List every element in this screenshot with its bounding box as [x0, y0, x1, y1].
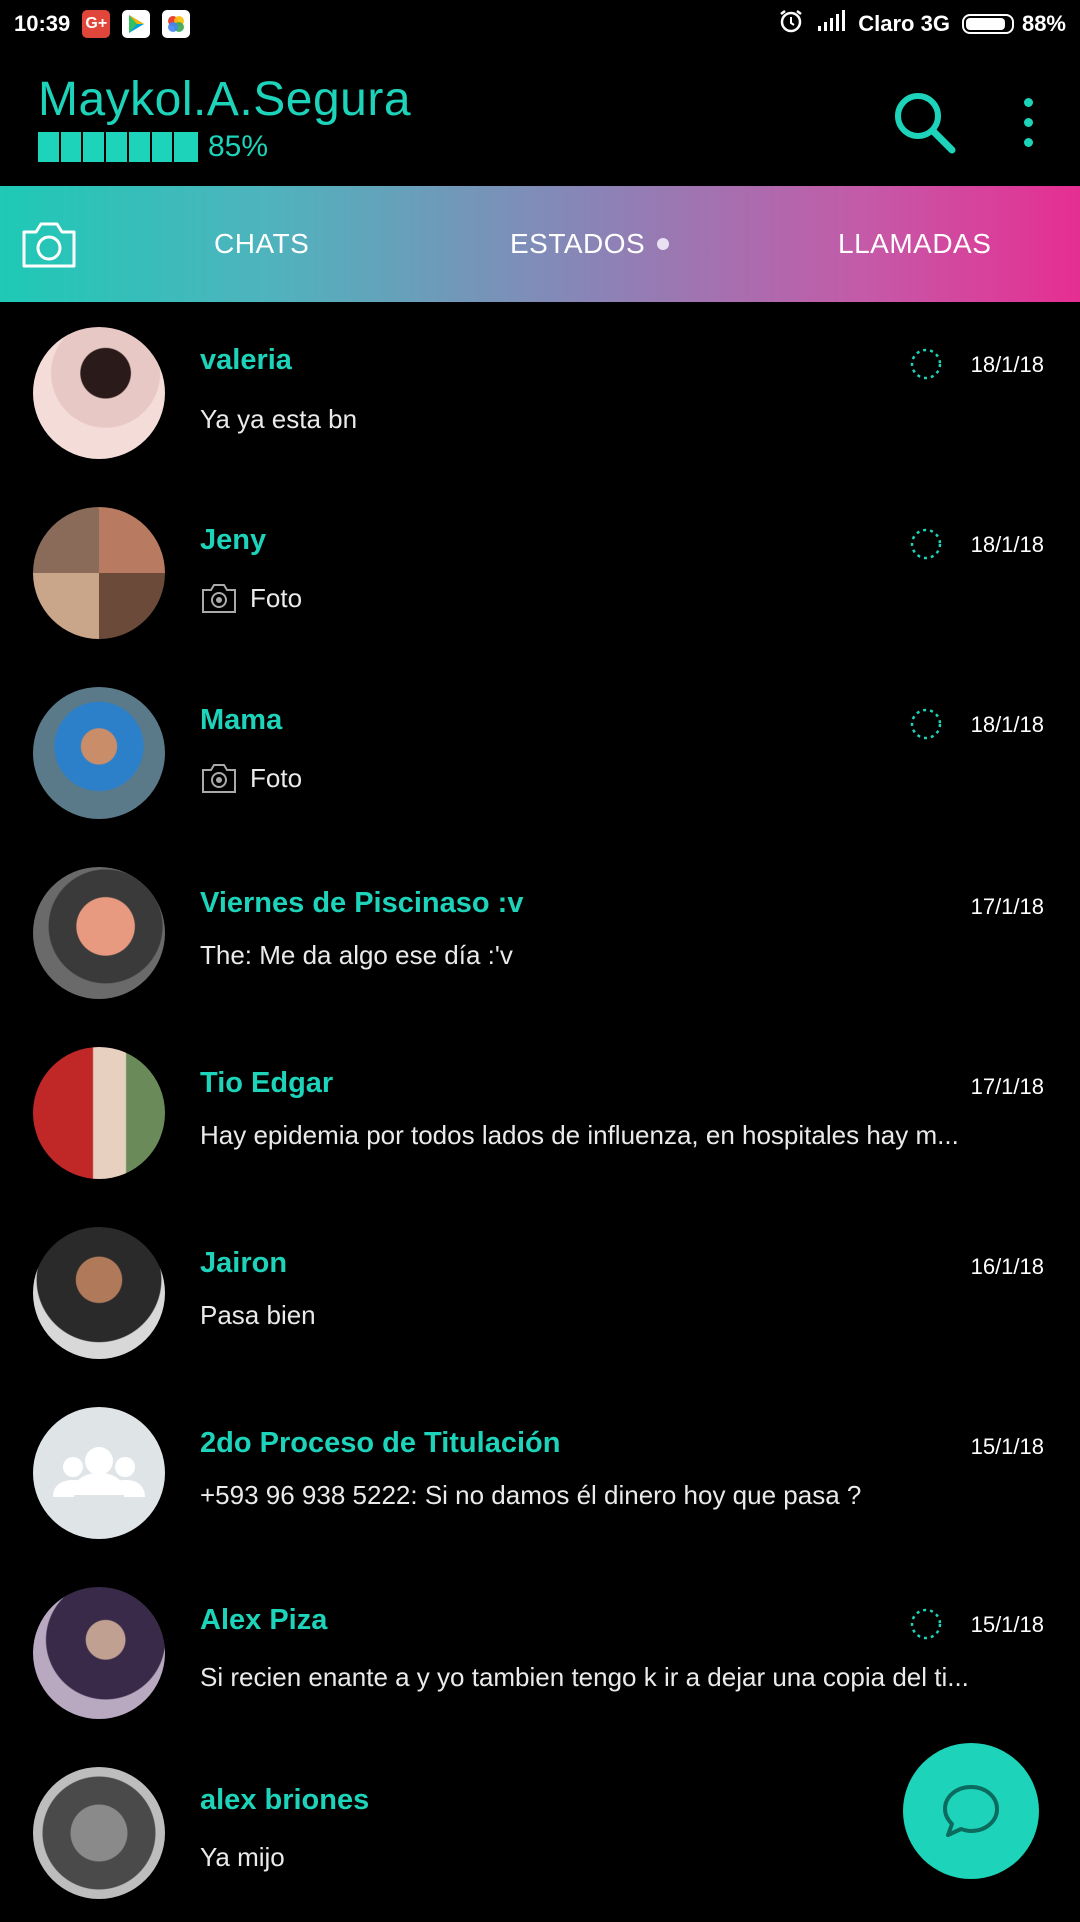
carrier-label: Claro 3G [858, 11, 950, 36]
chat-date: 15/1/18 [970, 1434, 1044, 1459]
chat-preview: Si recien enante a y yo tambien tengo k … [200, 1662, 969, 1692]
chat-name: Jairon [200, 1247, 288, 1279]
avatar[interactable] [33, 1767, 165, 1899]
status-ring-icon [910, 528, 942, 560]
search-button[interactable] [890, 88, 960, 158]
tab-chats[interactable]: CHATS [214, 186, 309, 302]
avatar[interactable] [33, 867, 165, 999]
chat-name: Tio Edgar [200, 1067, 334, 1099]
tab-llamadas[interactable]: LLAMADAS [838, 186, 991, 302]
group-avatar[interactable] [33, 1407, 165, 1539]
avatar[interactable] [33, 1227, 165, 1359]
google-plus-icon: G+ [82, 10, 111, 38]
chat-name: Mama [200, 704, 283, 736]
chat-date: 17/1/18 [970, 1074, 1044, 1099]
google-photos-icon [162, 10, 191, 38]
app-title: Maykol.A.Segura [38, 73, 412, 126]
status-bar: 10:39 G+ Claro 3G 88% [0, 0, 1080, 48]
chat-preview: Hay epidemia por todos lados de influenz… [200, 1120, 959, 1150]
chat-preview: Foto [200, 582, 1040, 614]
chat-date: 16/1/18 [970, 1254, 1044, 1279]
play-store-icon [122, 10, 151, 38]
chat-row[interactable]: Alex Piza Si recien enante a y yo tambie… [0, 1562, 1080, 1742]
chat-row[interactable]: Jairon Pasa bien 16/1/18 [0, 1202, 1080, 1382]
new-status-indicator [657, 238, 670, 250]
more-options-button[interactable] [1008, 92, 1048, 152]
tab-estados[interactable]: ESTADOS [510, 186, 670, 302]
avatar[interactable] [33, 507, 165, 639]
photo-icon [202, 764, 236, 793]
battery-icon [961, 14, 1014, 34]
chat-date: 18/1/18 [970, 352, 1044, 377]
status-ring-icon [910, 348, 942, 380]
chat-row[interactable]: valeria Ya ya esta bn 18/1/18 [0, 302, 1080, 482]
chat-row[interactable]: Viernes de Piscinaso :v The: Me da algo … [0, 842, 1080, 1022]
battery-widget-bar [38, 132, 198, 162]
avatar[interactable] [33, 327, 165, 459]
chat-name: alex briones [200, 1784, 370, 1816]
chat-name: valeria [200, 344, 292, 376]
chat-name: Alex Piza [200, 1604, 328, 1636]
status-time: 10:39 [14, 11, 71, 36]
search-icon [895, 93, 956, 154]
avatar[interactable] [33, 687, 165, 819]
status-ring-icon [910, 1608, 942, 1640]
chat-name: Viernes de Piscinaso :v [200, 887, 524, 919]
camera-icon [22, 222, 76, 268]
avatar[interactable] [33, 1587, 165, 1719]
signal-icon [816, 10, 846, 38]
chat-row[interactable]: Jeny Foto 18/1/18 [0, 482, 1080, 662]
chat-preview: Pasa bien [200, 1300, 316, 1330]
chat-row[interactable]: 2do Proceso de Titulación +593 96 938 52… [0, 1382, 1080, 1562]
battery-widget-percent: 85% [208, 130, 269, 163]
chat-preview: The: Me da algo ese día :'v [200, 940, 513, 970]
more-options-icon [1023, 97, 1033, 107]
chat-name: 2do Proceso de Titulación [200, 1427, 561, 1459]
battery-widget: 85% [38, 130, 268, 164]
battery-indicator: 88% [961, 11, 1066, 37]
new-chat-icon [943, 1785, 999, 1837]
tab-estados-label: ESTADOS [510, 228, 646, 259]
group-icon [53, 1447, 145, 1497]
chat-row[interactable]: Mama Foto 18/1/18 [0, 662, 1080, 842]
chat-date: 18/1/18 [970, 712, 1044, 737]
chat-row[interactable]: Tio Edgar Hay epidemia por todos lados d… [0, 1022, 1080, 1202]
camera-tab[interactable] [20, 220, 78, 270]
status-ring-icon [910, 708, 942, 740]
chat-preview: +593 96 938 5222: Si no damos él dinero … [200, 1480, 862, 1510]
tab-bar: CHATS ESTADOS LLAMADAS [0, 186, 1080, 302]
app-header: Maykol.A.Segura 85% [0, 48, 1080, 186]
battery-percent: 88% [1021, 11, 1066, 36]
chat-name: Jeny [200, 524, 267, 556]
chat-date: 15/1/18 [970, 1612, 1044, 1637]
photo-icon [202, 584, 236, 613]
new-chat-button[interactable] [903, 1743, 1039, 1879]
alarm-icon [778, 8, 804, 40]
chat-preview: Foto [200, 762, 1040, 794]
chat-date: 17/1/18 [970, 894, 1044, 919]
chat-preview: Ya ya esta bn [200, 404, 358, 434]
chat-date: 18/1/18 [970, 532, 1044, 557]
avatar[interactable] [33, 1047, 165, 1179]
